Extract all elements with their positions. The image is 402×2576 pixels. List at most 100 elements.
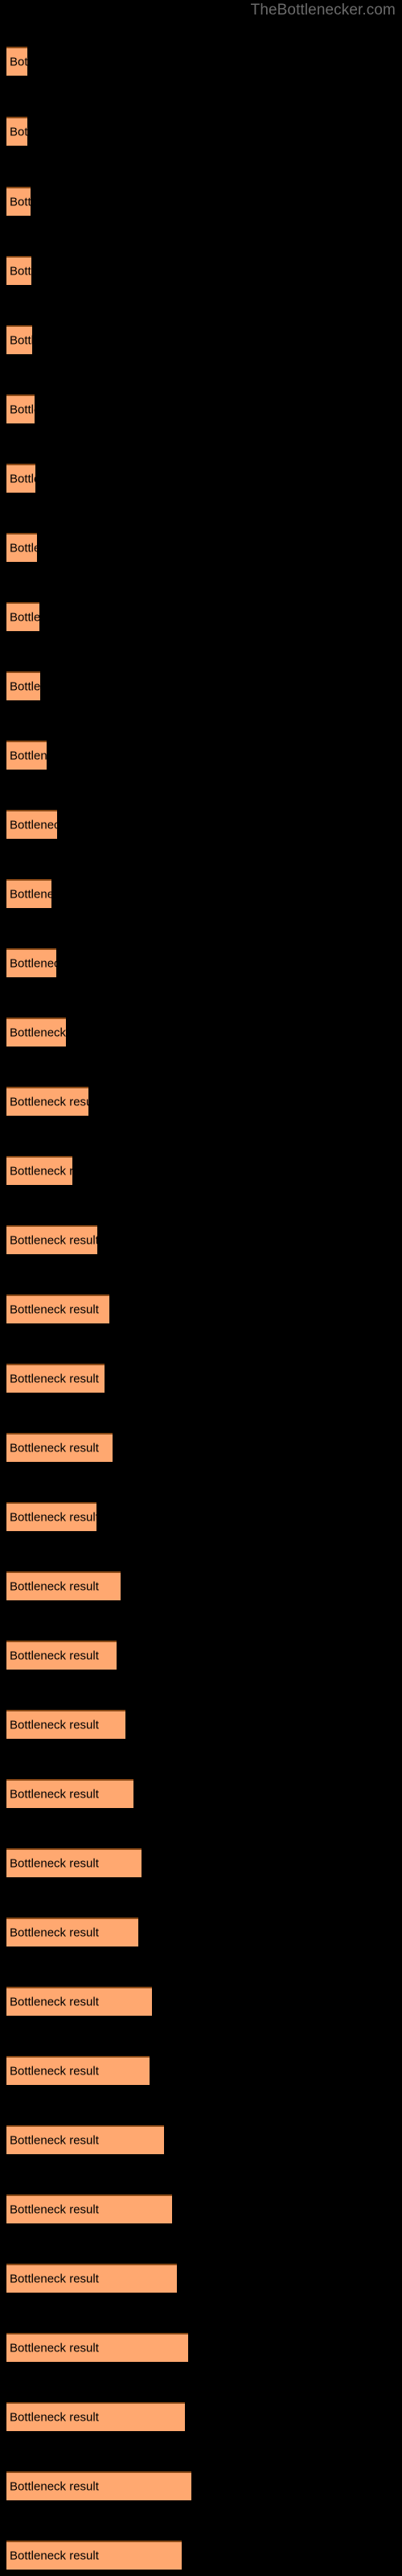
bar-row: Bottleneck result: [6, 1987, 152, 2016]
bar: Bottleneck result: [6, 533, 37, 562]
bar-row: Bottleneck result: [6, 1848, 142, 1877]
bar-label: Bottleneck result: [10, 1649, 99, 1663]
bar: Bottleneck result: [6, 2194, 172, 2223]
bar-clip: Bottleneck result: [6, 2125, 164, 2154]
bar-row: Bottleneck result: [6, 1433, 113, 1462]
bar-clip: Bottleneck result: [6, 1156, 72, 1185]
bar: Bottleneck result: [6, 810, 57, 839]
bar-row: Bottleneck result: [6, 47, 27, 76]
bar-label: Bottleneck result: [10, 2341, 99, 2355]
bar: Bottleneck result: [6, 1502, 96, 1531]
bar: Bottleneck result: [6, 1364, 105, 1393]
bar: Bottleneck result: [6, 741, 47, 770]
bar-row: Bottleneck result: [6, 602, 39, 631]
bar-row: Bottleneck result: [6, 2125, 164, 2154]
bar: Bottleneck result: [6, 2125, 164, 2154]
bar-label: Bottleneck result: [10, 472, 35, 486]
bar: Bottleneck result: [6, 1918, 138, 1946]
bar: Bottleneck result: [6, 2471, 191, 2500]
bar-clip: Bottleneck result: [6, 602, 39, 631]
bar: Bottleneck result: [6, 1087, 88, 1116]
bar: Bottleneck result: [6, 464, 35, 493]
bar-label: Bottleneck result: [10, 818, 57, 832]
bar-label: Bottleneck result: [10, 2549, 99, 2563]
bar-clip: Bottleneck result: [6, 533, 37, 562]
bar: Bottleneck result: [6, 1018, 66, 1046]
bar-row: Bottleneck result: [6, 325, 32, 354]
bar-clip: Bottleneck result: [6, 1502, 96, 1531]
bar: Bottleneck result: [6, 117, 27, 146]
bar-label: Bottleneck result: [10, 610, 39, 625]
bar-row: Bottleneck result: [6, 1294, 109, 1323]
bar: Bottleneck result: [6, 602, 39, 631]
bar-clip: Bottleneck result: [6, 1433, 113, 1462]
bar: Bottleneck result: [6, 325, 32, 354]
bar-label: Bottleneck result: [10, 749, 47, 763]
bar-label: Bottleneck result: [10, 125, 27, 139]
bar-row: Bottleneck result: [6, 256, 31, 285]
bar-row: Bottleneck result: [6, 1018, 66, 1046]
bar-row: Bottleneck result: [6, 117, 27, 146]
bar-clip: Bottleneck result: [6, 1987, 152, 2016]
bar-clip: Bottleneck result: [6, 464, 35, 493]
bar-row: Bottleneck result: [6, 671, 40, 700]
bar-label: Bottleneck result: [10, 333, 32, 348]
bar-clip: Bottleneck result: [6, 47, 27, 76]
bar-row: Bottleneck result: [6, 1779, 133, 1808]
bar-row: Bottleneck result: [6, 2402, 185, 2431]
bar-row: Bottleneck result: [6, 394, 35, 423]
bar-clip: Bottleneck result: [6, 256, 31, 285]
bar-row: Bottleneck result: [6, 1710, 125, 1739]
bar-label: Bottleneck result: [10, 1441, 99, 1455]
bar-label: Bottleneck result: [10, 1372, 99, 1386]
bar-clip: Bottleneck result: [6, 1641, 117, 1670]
bar-clip: Bottleneck result: [6, 2264, 177, 2293]
bar-label: Bottleneck result: [10, 264, 31, 279]
bar: Bottleneck result: [6, 1710, 125, 1739]
bar-label: Bottleneck result: [10, 195, 31, 209]
bar-label: Bottleneck result: [10, 956, 56, 971]
bar: Bottleneck result: [6, 256, 31, 285]
bar-row: Bottleneck result: [6, 2541, 182, 2570]
bar-series: Bottleneck result Bottleneck result Bottle…: [0, 0, 402, 2576]
bar: Bottleneck result: [6, 1779, 133, 1808]
bar-clip: Bottleneck result: [6, 810, 57, 839]
bar-label: Bottleneck result: [10, 2133, 99, 2148]
bar-label: Bottleneck result: [10, 1095, 88, 1109]
bar-label: Bottleneck result: [10, 2064, 99, 2079]
bar-clip: Bottleneck result: [6, 2471, 191, 2500]
bar-clip: Bottleneck result: [6, 2541, 182, 2570]
bar-label: Bottleneck result: [10, 541, 37, 555]
bar: Bottleneck result: [6, 2402, 185, 2431]
bar-label: Bottleneck result: [10, 1926, 99, 1940]
bar: Bottleneck result: [6, 1641, 117, 1670]
bar-clip: Bottleneck result: [6, 2402, 185, 2431]
bar: Bottleneck result: [6, 2264, 177, 2293]
bar-row: Bottleneck result: [6, 187, 31, 216]
bar: Bottleneck result: [6, 1987, 152, 2016]
bar: Bottleneck result: [6, 1571, 121, 1600]
bar-clip: Bottleneck result: [6, 394, 35, 423]
bar-clip: Bottleneck result: [6, 879, 51, 908]
bar-label: Bottleneck result: [10, 1787, 99, 1802]
bar-clip: Bottleneck result: [6, 2333, 188, 2362]
bar-label: Bottleneck result: [10, 1233, 97, 1248]
bar: Bottleneck result: [6, 47, 27, 76]
bar: Bottleneck result: [6, 2541, 182, 2570]
bar-clip: Bottleneck result: [6, 325, 32, 354]
bar-clip: Bottleneck result: [6, 1294, 109, 1323]
bar-label: Bottleneck result: [10, 2272, 99, 2286]
bar-row: Bottleneck result: [6, 464, 35, 493]
bar-clip: Bottleneck result: [6, 1848, 142, 1877]
bar-row: Bottleneck result: [6, 1225, 97, 1254]
bar-label: Bottleneck result: [10, 1302, 99, 1317]
bar-label: Bottleneck result: [10, 1164, 72, 1179]
bar-clip: Bottleneck result: [6, 1364, 105, 1393]
bar-row: Bottleneck result: [6, 2471, 191, 2500]
bar: Bottleneck result: [6, 879, 51, 908]
bar: Bottleneck result: [6, 671, 40, 700]
bar-label: Bottleneck result: [10, 2202, 99, 2217]
bar-row: Bottleneck result: [6, 1087, 88, 1116]
bar-label: Bottleneck result: [10, 1510, 96, 1525]
bar-label: Bottleneck result: [10, 1995, 99, 2009]
